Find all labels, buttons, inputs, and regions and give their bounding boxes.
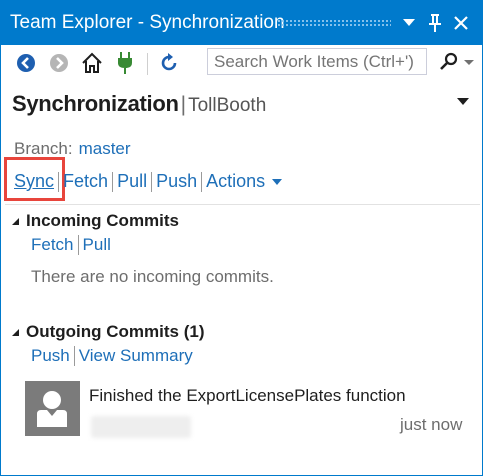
title-grip[interactable] xyxy=(277,19,391,27)
sync-link[interactable]: Sync xyxy=(14,171,54,192)
search-work-items-input[interactable] xyxy=(207,48,427,75)
no-incoming-message: There are no incoming commits. xyxy=(31,267,274,286)
collapse-triangle-icon[interactable] xyxy=(12,218,19,225)
incoming-commits-header[interactable]: Incoming Commits xyxy=(12,211,179,231)
close-icon[interactable] xyxy=(451,11,471,35)
back-icon[interactable] xyxy=(13,50,39,76)
incoming-links: Fetch Pull xyxy=(31,235,111,255)
view-summary-link[interactable]: View Summary xyxy=(79,346,193,366)
title-bar[interactable]: Team Explorer - Synchronization xyxy=(1,1,482,45)
window-title: Team Explorer - Synchronization xyxy=(10,12,285,33)
page-menu-chevron-icon[interactable] xyxy=(457,98,469,105)
branch-row: Branch: master xyxy=(14,139,131,159)
toolbar xyxy=(1,45,482,81)
forward-icon[interactable] xyxy=(46,50,72,76)
actions-menu-link[interactable]: Actions xyxy=(206,171,265,192)
actions-chevron-down-icon[interactable] xyxy=(272,178,283,185)
home-icon[interactable] xyxy=(79,50,105,76)
avatar xyxy=(25,381,80,436)
branch-link[interactable]: master xyxy=(79,139,131,158)
incoming-fetch-link[interactable]: Fetch xyxy=(31,235,74,255)
title-separator: | xyxy=(180,93,187,116)
link-separator xyxy=(73,346,75,366)
refresh-icon[interactable] xyxy=(156,50,182,76)
connect-icon[interactable] xyxy=(112,50,138,76)
sync-actions-bar: Sync Fetch Pull Push Actions xyxy=(14,171,283,192)
commit-time: just now xyxy=(400,415,463,434)
fetch-link[interactable]: Fetch xyxy=(63,171,108,192)
link-separator xyxy=(151,171,153,192)
push-link[interactable]: Push xyxy=(156,171,197,192)
link-separator xyxy=(58,171,60,192)
link-separator xyxy=(112,171,114,192)
commit-author-redacted xyxy=(91,416,191,438)
page-header: Synchronization| TollBooth xyxy=(12,91,266,117)
branch-label: Branch: xyxy=(14,139,73,158)
outgoing-commits-title: Outgoing Commits (1) xyxy=(26,322,205,341)
user-silhouette-icon xyxy=(37,391,67,427)
search-options-dropdown-icon[interactable] xyxy=(464,60,474,65)
team-explorer-window: Team Explorer - Synchronization Search W… xyxy=(0,0,483,476)
toolbar-separator xyxy=(147,53,148,75)
outgoing-commits-header[interactable]: Outgoing Commits (1) xyxy=(12,322,204,342)
search-icon[interactable] xyxy=(439,52,459,77)
link-separator xyxy=(77,235,79,255)
section-divider xyxy=(5,204,480,205)
incoming-pull-link[interactable]: Pull xyxy=(83,235,111,255)
repo-name: TollBooth xyxy=(188,95,267,116)
commit-message[interactable]: Finished the ExportLicensePlates functio… xyxy=(89,386,406,406)
dropdown-icon[interactable] xyxy=(399,11,419,35)
outgoing-push-link[interactable]: Push xyxy=(31,346,70,366)
outgoing-links: Push View Summary xyxy=(31,346,193,366)
pull-link[interactable]: Pull xyxy=(117,171,147,192)
pin-icon[interactable] xyxy=(425,11,445,35)
link-separator xyxy=(201,171,203,192)
incoming-commits-title: Incoming Commits xyxy=(26,211,180,230)
collapse-triangle-icon[interactable] xyxy=(12,329,19,336)
page-title: Synchronization xyxy=(12,91,179,116)
